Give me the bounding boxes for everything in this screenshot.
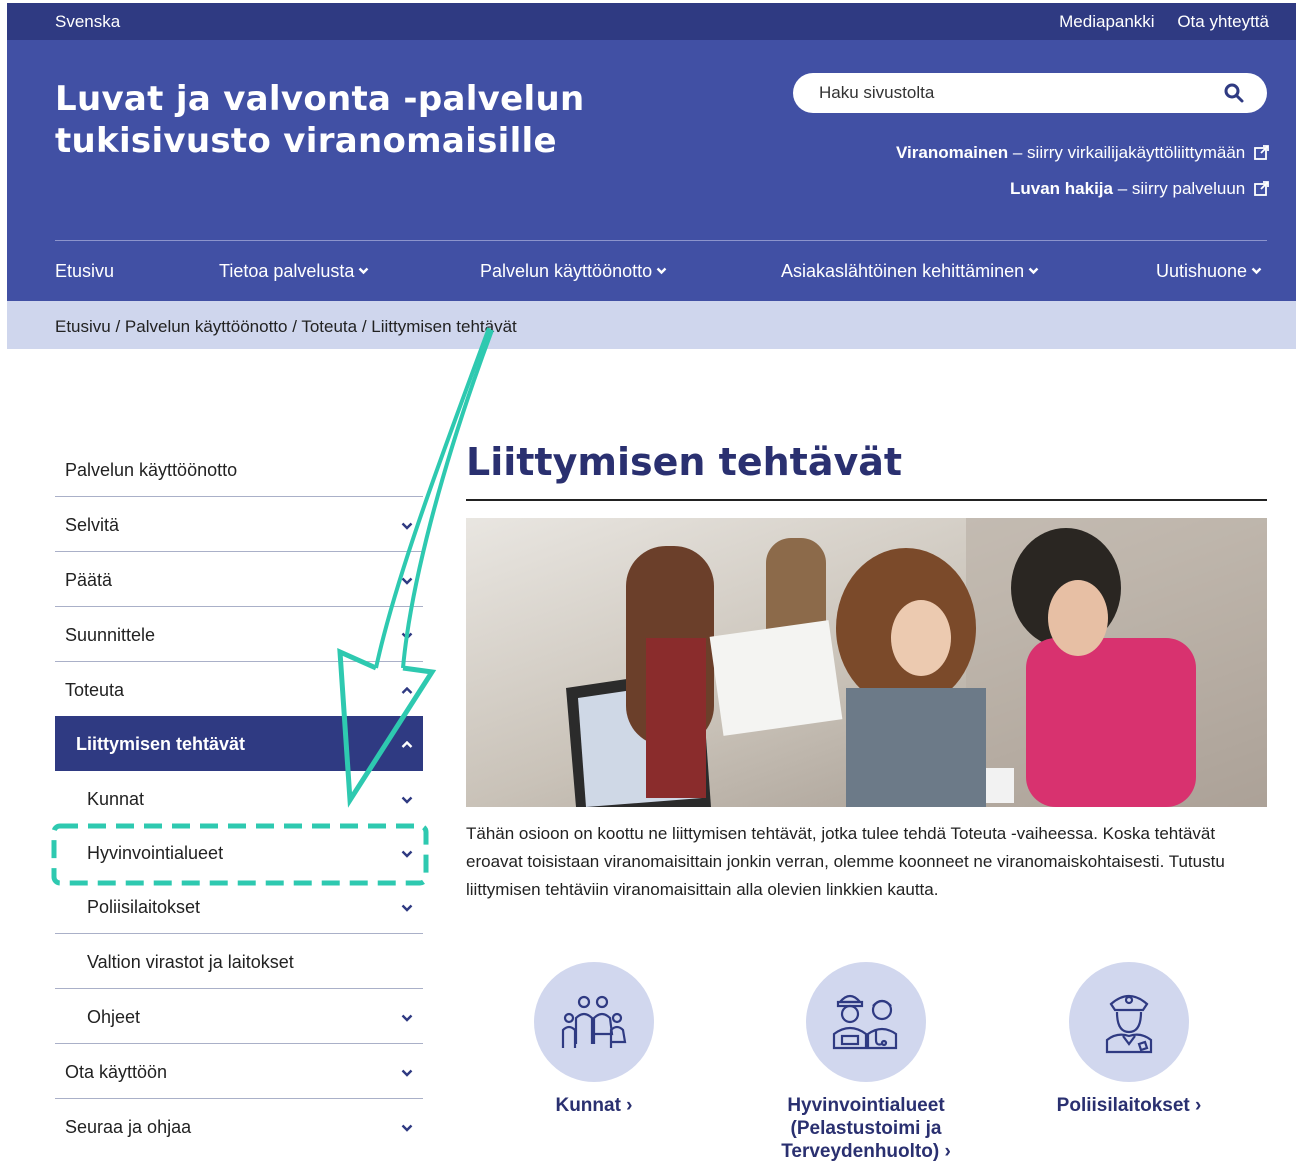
nav-label: Palvelun käyttöönotto — [480, 261, 653, 281]
external-link-icon — [1254, 181, 1269, 196]
sidebar-item-paata[interactable]: Päätä — [55, 552, 423, 607]
title-divider — [466, 499, 1267, 501]
sidebar-item-label: Palvelun käyttöönotto — [65, 460, 238, 480]
sidebar-item-palvelun-kayttoonotto[interactable]: Palvelun käyttöönotto — [55, 442, 423, 497]
authority-link-text: – siirry virkailijakäyttöliittymään — [1008, 143, 1246, 162]
contact-link[interactable]: Ota yhteyttä — [1177, 12, 1269, 31]
sidebar-item-liittymisen-tehtavat[interactable]: Liittymisen tehtävät — [55, 716, 423, 771]
sidebar-item-suunnittele[interactable]: Suunnittele — [55, 607, 423, 662]
chevron-down-icon[interactable] — [401, 904, 413, 912]
card-icon-circle — [1069, 962, 1189, 1082]
sidebar-item-label: Liittymisen tehtävät — [76, 734, 246, 754]
nav-palvelun-kayttoonotto[interactable]: Palvelun käyttöönotto — [480, 261, 667, 282]
sidebar-item-poliisilaitokset[interactable]: Poliisilaitokset — [55, 879, 423, 934]
site-title-line2: tukisivusto viranomaisille — [55, 120, 584, 162]
authority-login-link[interactable]: Viranomainen – siirry virkailijakäyttöli… — [896, 143, 1269, 163]
card-label[interactable]: Poliisilaitokset › — [1029, 1094, 1229, 1117]
sidebar-item-seuraa-ja-ohjaa[interactable]: Seuraa ja ohjaa — [55, 1099, 423, 1153]
sidebar-item-valtion-virastot[interactable]: Valtion virastot ja laitokset — [55, 934, 423, 989]
utility-links: Mediapankki Ota yhteyttä — [1041, 12, 1269, 32]
site-title-line1: Luvat ja valvonta -palvelun — [55, 79, 585, 119]
page-title: Liittymisen tehtävät — [466, 440, 903, 484]
sidebar-item-kunnat[interactable]: Kunnat — [55, 771, 423, 825]
nav-etusivu[interactable]: Etusivu — [55, 261, 114, 282]
sidebar-item-label: Seuraa ja ohjaa — [65, 1117, 192, 1137]
card-kunnat[interactable]: Kunnat › — [494, 962, 694, 1117]
sidebar-item-ota-kayttoon[interactable]: Ota käyttöön — [55, 1044, 423, 1099]
sidebar-item-label: Päätä — [65, 570, 113, 590]
card-hyvinvointialueet[interactable]: Hyvinvointialueet (Pelastustoimi ja Terv… — [751, 962, 981, 1163]
chevron-down-icon[interactable] — [401, 1069, 413, 1077]
site-title[interactable]: Luvat ja valvonta -palvelun tukisivusto … — [55, 78, 584, 162]
applicant-link[interactable]: Luvan hakija – siirry palveluun — [1010, 179, 1269, 199]
sidebar-item-selvita[interactable]: Selvitä — [55, 497, 423, 552]
sidebar-nav: Palvelun käyttöönotto Selvitä Päätä Suun… — [55, 442, 423, 1153]
applicant-link-text: – siirry palveluun — [1112, 179, 1246, 198]
site-header: Luvat ja valvonta -palvelun tukisivusto … — [7, 40, 1296, 301]
chevron-down-icon[interactable] — [401, 577, 413, 585]
sidebar-item-label: Hyvinvointialueet — [87, 843, 224, 863]
chevron-down-icon — [359, 267, 369, 275]
sidebar-item-label: Toteuta — [65, 680, 125, 700]
sidebar-item-label: Suunnittele — [65, 625, 156, 645]
breadcrumb[interactable]: Etusivu / Palvelun käyttöönotto / Toteut… — [55, 317, 517, 337]
search-placeholder: Haku sivustolta — [819, 83, 935, 102]
top-utility-bar: Svenska Mediapankki Ota yhteyttä — [7, 3, 1296, 40]
chevron-down-icon — [1251, 267, 1262, 275]
firefighter-doctor-icon — [832, 994, 898, 1050]
sidebar-item-label: Poliisilaitokset — [87, 897, 201, 917]
sidebar-item-ohjeet[interactable]: Ohjeet — [55, 989, 423, 1044]
site-title-word: viranomaisille — [283, 121, 557, 161]
card-poliisilaitokset[interactable]: Poliisilaitokset › — [1029, 962, 1229, 1117]
chevron-up-icon[interactable] — [401, 741, 413, 749]
nav-uutishuone[interactable]: Uutishuone — [1156, 261, 1262, 282]
site-title-word: tukisivusto — [55, 121, 272, 161]
language-link[interactable]: Svenska — [55, 12, 120, 32]
nav-label: Uutishuone — [1156, 261, 1248, 281]
card-label[interactable]: Kunnat › — [494, 1094, 694, 1117]
card-label[interactable]: Hyvinvointialueet (Pelastustoimi ja Terv… — [751, 1094, 981, 1163]
card-icon-circle — [806, 962, 926, 1082]
sidebar-item-label: Ota käyttöön — [65, 1062, 168, 1082]
mediapankki-link[interactable]: Mediapankki — [1059, 12, 1154, 31]
hero-image — [466, 518, 1267, 807]
chevron-down-icon[interactable] — [401, 796, 413, 804]
chevron-down-icon[interactable] — [401, 522, 413, 530]
nav-label: Tietoa palvelusta — [219, 261, 355, 281]
family-icon — [561, 995, 627, 1048]
external-link-icon — [1254, 145, 1269, 160]
sidebar-item-toteuta[interactable]: Toteuta — [55, 662, 423, 716]
applicant-label: Luvan hakija — [1010, 179, 1113, 198]
chevron-down-icon[interactable] — [401, 1014, 413, 1022]
breadcrumb-bar: Etusivu / Palvelun käyttöönotto / Toteut… — [7, 301, 1296, 349]
intro-text: Tähän osioon on koottu ne liittymisen te… — [466, 824, 1225, 899]
nav-tietoa-palvelusta[interactable]: Tietoa palvelusta — [219, 261, 369, 282]
chevron-up-icon[interactable] — [401, 687, 413, 695]
chevron-down-icon — [656, 267, 667, 275]
search-input[interactable]: Haku sivustolta — [793, 73, 1267, 113]
nav-divider — [55, 240, 1267, 241]
sidebar-item-label: Valtion virastot ja laitokset — [87, 952, 294, 972]
chevron-down-icon[interactable] — [401, 632, 413, 640]
chevron-down-icon — [1028, 267, 1039, 275]
search-icon[interactable] — [1223, 82, 1245, 104]
chevron-down-icon[interactable] — [401, 850, 413, 858]
sidebar-item-label: Kunnat — [87, 789, 145, 809]
card-icon-circle — [534, 962, 654, 1082]
police-officer-icon — [1105, 994, 1153, 1054]
sidebar-item-label: Selvitä — [65, 515, 120, 535]
sidebar-item-hyvinvointialueet[interactable]: Hyvinvointialueet — [55, 825, 423, 879]
authority-label: Viranomainen — [896, 143, 1009, 162]
nav-asiakaslahtoinen-kehittaminen[interactable]: Asiakaslähtöinen kehittäminen — [781, 261, 1039, 282]
chevron-down-icon[interactable] — [401, 1124, 413, 1132]
nav-label: Asiakaslähtöinen kehittäminen — [781, 261, 1025, 281]
sidebar-item-label: Ohjeet — [87, 1007, 141, 1027]
